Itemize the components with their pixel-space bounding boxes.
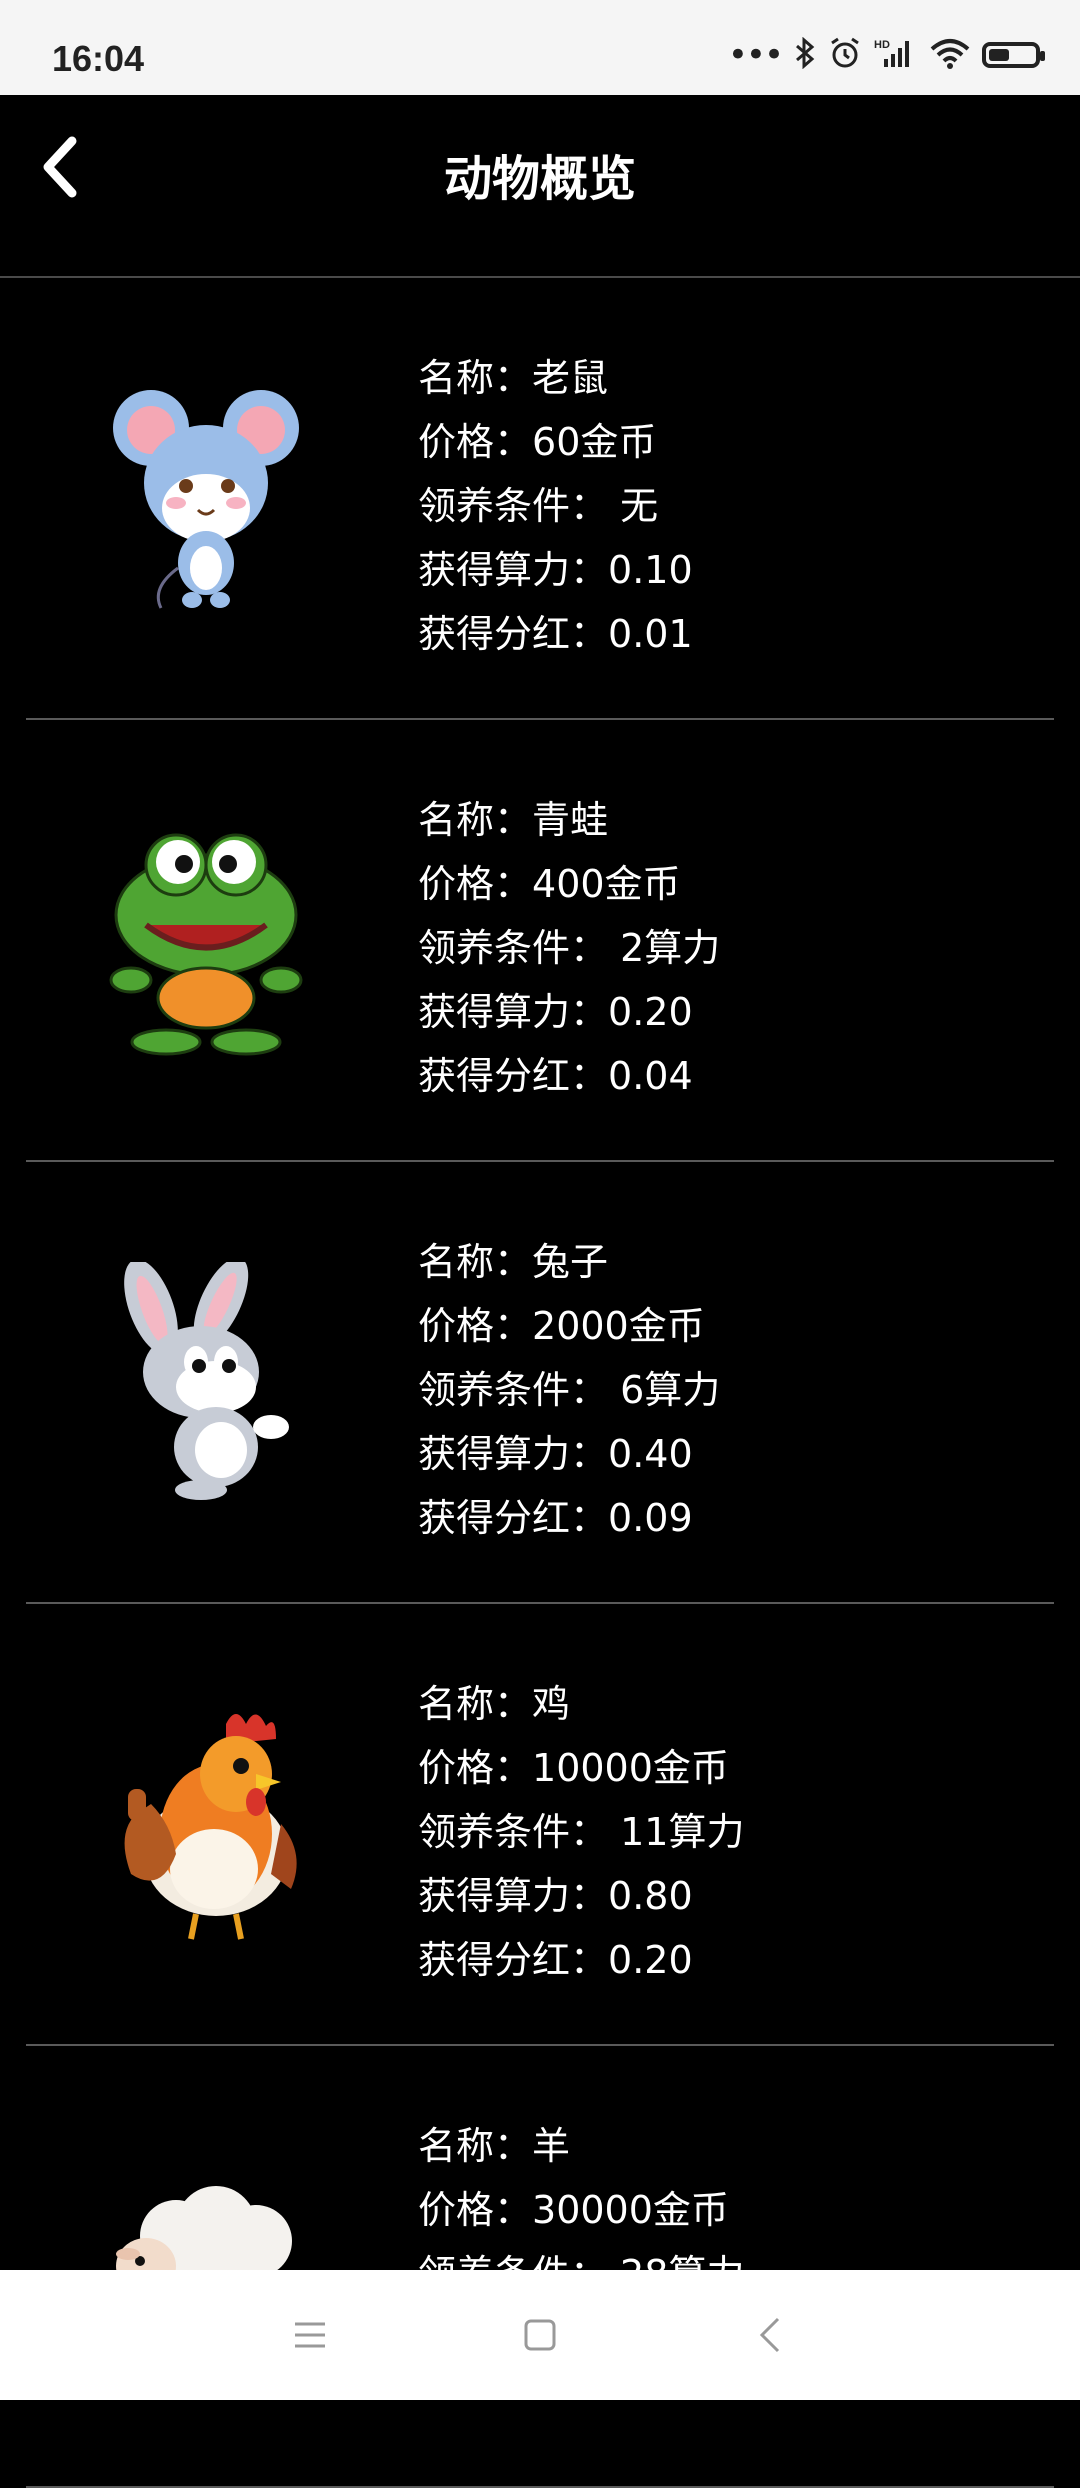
animal-price: 30000金币: [532, 2188, 729, 2232]
animal-name: 青蛙: [532, 798, 609, 842]
name-label: 名称：: [418, 1240, 533, 1284]
status-time: 16:04: [52, 38, 145, 79]
animal-name: 老鼠: [532, 356, 609, 400]
price-label: 价格：: [418, 1304, 533, 1348]
wifi-icon: [930, 37, 970, 73]
list-item[interactable]: 名称：兔子 价格：2000金币 领养条件： 6算力 获得算力：0.40 获得分红…: [26, 1162, 1054, 1604]
svg-text:HD: HD: [874, 39, 890, 51]
dividend-label: 获得分红：: [418, 1496, 609, 1540]
animal-list: 名称：老鼠 价格：60金币 领养条件： 无 获得算力：0.10 获得分红：0.0…: [0, 278, 1080, 2488]
animal-info: 名称：青蛙 价格：400金币 领养条件： 2算力 获得算力：0.20 获得分红：…: [418, 788, 720, 1108]
home-button[interactable]: [510, 2305, 570, 2365]
name-label: 名称：: [418, 356, 533, 400]
power-label: 获得算力：: [418, 990, 609, 1034]
dividend-label: 获得分红：: [418, 1938, 609, 1982]
animal-dividend: 0.04: [608, 1054, 693, 1098]
rabbit-icon: [106, 1257, 306, 1502]
more-dots-icon: •••: [727, 35, 784, 75]
bluetooth-icon: [794, 36, 816, 73]
page-title: 动物概览: [443, 151, 636, 207]
animal-condition: 无: [620, 484, 659, 528]
animal-dividend: 0.20: [608, 1938, 693, 1982]
app-header: 动物概览: [0, 95, 1080, 278]
animal-name: 兔子: [532, 1240, 609, 1284]
frog-icon: [106, 820, 306, 1060]
recents-button[interactable]: [280, 2305, 340, 2365]
price-label: 价格：: [418, 420, 533, 464]
dividend-label: 获得分红：: [418, 612, 609, 656]
animal-name: 鸡: [532, 1682, 571, 1726]
animal-price: 10000金币: [532, 1746, 729, 1790]
list-item[interactable]: 名称：老鼠 价格：60金币 领养条件： 无 获得算力：0.10 获得分红：0.0…: [26, 278, 1054, 720]
animal-info: 名称：鸡 价格：10000金币 领养条件： 11算力 获得算力：0.80 获得分…: [418, 1672, 744, 1992]
status-bar: 16:04 ••• HD: [0, 0, 1080, 95]
price-label: 价格：: [418, 2188, 533, 2232]
animal-price: 60金币: [532, 420, 657, 464]
price-label: 价格：: [418, 862, 533, 906]
mouse-icon: [106, 378, 306, 618]
animal-condition: 2算力: [620, 926, 721, 970]
list-item[interactable]: 名称：鸡 价格：10000金币 领养条件： 11算力 获得算力：0.80 获得分…: [26, 1604, 1054, 2046]
alarm-icon: [828, 36, 862, 74]
animal-dividend: 0.09: [608, 1496, 693, 1540]
system-nav-bar: [0, 2270, 1080, 2400]
animal-power: 0.40: [608, 1432, 693, 1476]
animal-power: 0.20: [608, 990, 693, 1034]
condition-label: 领养条件：: [418, 1810, 609, 1854]
animal-name: 羊: [532, 2124, 571, 2168]
animal-power: 0.10: [608, 548, 693, 592]
price-label: 价格：: [418, 1746, 533, 1790]
chicken-icon: [106, 1704, 306, 1944]
battery-icon: [982, 42, 1045, 68]
menu-icon: [295, 2322, 325, 2348]
animal-dividend: 0.01: [608, 612, 693, 656]
animal-info: 名称：兔子 价格：2000金币 领养条件： 6算力 获得算力：0.40 获得分红…: [418, 1230, 720, 1550]
square-icon: [524, 2319, 556, 2351]
power-label: 获得算力：: [418, 548, 609, 592]
condition-label: 领养条件：: [418, 484, 609, 528]
animal-power: 0.80: [608, 1874, 693, 1918]
list-item[interactable]: 名称：青蛙 价格：400金币 领养条件： 2算力 获得算力：0.20 获得分红：…: [26, 720, 1054, 1162]
animal-condition: 11算力: [620, 1810, 745, 1854]
signal-icon: HD: [874, 37, 918, 73]
animal-info: 名称：老鼠 价格：60金币 领养条件： 无 获得算力：0.10 获得分红：0.0…: [418, 346, 693, 666]
list-item[interactable]: 名称：羊 价格：30000金币 领养条件： 28算力: [26, 2046, 1054, 2488]
animal-price: 400金币: [532, 862, 681, 906]
name-label: 名称：: [418, 2124, 533, 2168]
status-icons: ••• HD: [727, 35, 1045, 75]
condition-label: 领养条件：: [418, 926, 609, 970]
power-label: 获得算力：: [418, 1874, 609, 1918]
name-label: 名称：: [418, 1682, 533, 1726]
name-label: 名称：: [418, 798, 533, 842]
condition-label: 领养条件：: [418, 1368, 609, 1412]
chevron-left-icon: [759, 2317, 780, 2353]
animal-price: 2000金币: [532, 1304, 705, 1348]
dividend-label: 获得分红：: [418, 1054, 609, 1098]
animal-condition: 6算力: [620, 1368, 721, 1412]
nav-back-button[interactable]: [740, 2305, 800, 2365]
power-label: 获得算力：: [418, 1432, 609, 1476]
